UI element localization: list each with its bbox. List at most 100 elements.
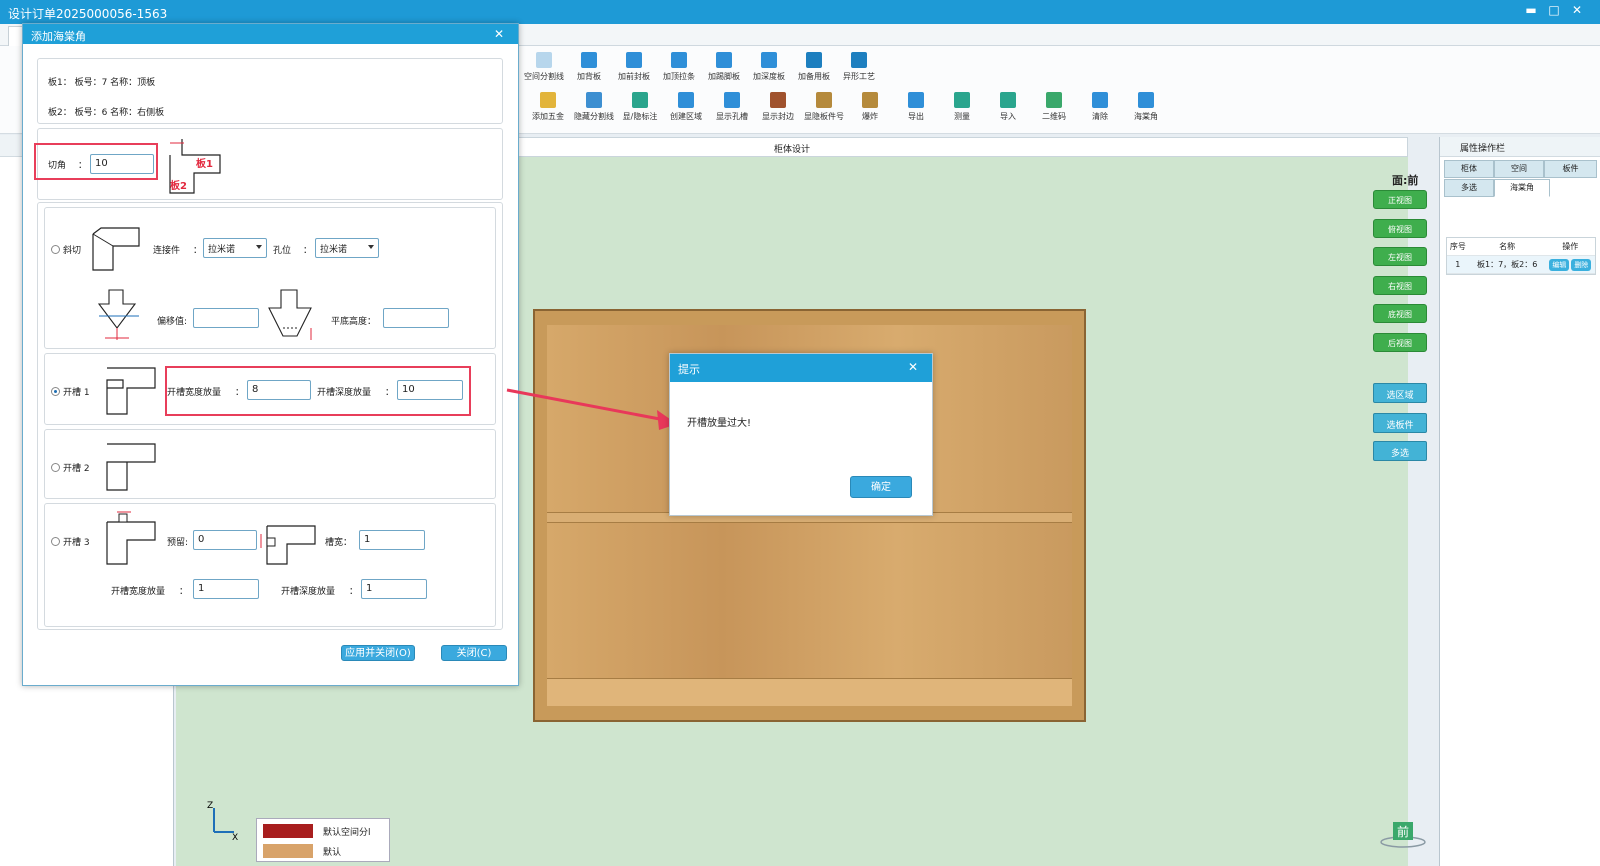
select-board-button[interactable]: 选板件 [1373,413,1427,433]
edit-button[interactable]: 编辑 [1549,258,1570,271]
tab-cabinet[interactable]: 柜体 [1444,160,1494,178]
groove-input[interactable]: 1 [359,530,425,550]
front-panel-icon [626,52,642,68]
dialog-title: 添加海棠角 [31,30,86,43]
ribbon-hardware-button[interactable]: 添加五金 [523,92,573,122]
board-info-box: 板1： 板号：7 名称：顶板 板2： 板号：6 名称：右侧板 [37,58,503,124]
legend-label-space: 默认空间分l [323,828,371,838]
slot1-width-colon: ： [235,388,245,398]
ribbon-export-button[interactable]: 导出 [891,92,941,122]
row-no: 1 [1455,260,1461,269]
col-name: 名称 [1499,242,1516,251]
tab-board[interactable]: 板件 [1544,160,1597,178]
ribbon-top-strip-button[interactable]: 加顶拉条 [654,52,704,82]
ribbon-split-button[interactable]: 空间分割线 [519,52,569,82]
ribbon-corner-button[interactable]: 海棠角 [1121,92,1171,122]
ribbon-measure-button[interactable]: 测量 [937,92,987,122]
import-icon [1000,92,1016,108]
top-view-button[interactable]: 俯视图 [1373,219,1427,238]
ribbon-button-label: 导入 [1000,112,1016,121]
ribbon-annotation-button[interactable]: 显/隐标注 [615,92,665,122]
offset-label: 偏移值: [157,317,188,327]
view-label: 面:前 [1392,174,1419,187]
ribbon-hole-button[interactable]: 显示孔槽 [707,92,757,122]
ribbon-button-label: 加顶拉条 [663,72,695,81]
reserve-label: 预留: [167,538,189,548]
col-action: 操作 [1562,242,1579,251]
ribbon-button-label: 加前封板 [618,72,650,81]
maximize-icon[interactable]: □ [1545,3,1563,17]
dialog-close-icon[interactable]: ✕ [494,27,504,41]
offset-input[interactable] [193,308,259,328]
tab-multiselect[interactable]: 多选 [1444,179,1494,197]
ribbon-kick-board-button[interactable]: 加踢脚板 [699,52,749,82]
right-view-button[interactable]: 右视图 [1373,276,1427,295]
close-button[interactable]: 关闭(C) [441,645,507,661]
reserve-input[interactable]: 0 [193,530,257,550]
explode-icon [862,92,878,108]
qrcode-icon [1046,92,1062,108]
hole-icon [724,92,740,108]
ribbon-qrcode-button[interactable]: 二维码 [1029,92,1079,122]
tab-space[interactable]: 空间 [1494,160,1544,178]
cabinet-bottom-panel[interactable] [547,678,1072,706]
slot1-depth-input[interactable]: 10 [397,380,463,400]
slot3-depth-input[interactable]: 1 [361,579,427,599]
cut-corner-input[interactable]: 10 [90,154,154,174]
table-row[interactable]: 1 板1：7，板2：6 编辑 删除 [1447,256,1595,274]
ribbon-spare-board-button[interactable]: 加备用板 [789,52,839,82]
ribbon-board-number-button[interactable]: 显隐板件号 [799,92,849,122]
bottom-view-button[interactable]: 底视图 [1373,304,1427,323]
slot2-label: 开槽 2 [63,464,90,474]
row-name: 板1：7，板2：6 [1477,260,1538,269]
axis-z-label: Z [207,801,213,811]
export-icon [908,92,924,108]
ribbon-back-panel-button[interactable]: 加背板 [564,52,614,82]
slot3-width-input[interactable]: 1 [193,579,259,599]
front-view-button[interactable]: 正视图 [1373,190,1427,209]
tab-corner[interactable]: 海棠角 [1494,179,1550,197]
alert-ok-button[interactable]: 确定 [850,476,912,498]
slot3-depth-colon: ： [349,587,359,597]
back-view-button[interactable]: 后视图 [1373,333,1427,352]
slot1-radio[interactable] [51,387,60,396]
slot1-width-input[interactable]: 8 [247,380,311,400]
apply-close-button[interactable]: 应用并关闭(O) [341,645,415,661]
dialog-titlebar: 添加海棠角 ✕ [23,24,518,44]
left-view-button[interactable]: 左视图 [1373,247,1427,266]
flat-height-input[interactable] [383,308,449,328]
hole-colon: ： [303,246,313,256]
ribbon-depth-board-button[interactable]: 加深度板 [744,52,794,82]
slot3-label: 开槽 3 [63,538,90,548]
ribbon-shape-craft-button[interactable]: 异形工艺 [834,52,884,82]
depth-board-icon [761,52,777,68]
legend-swatch-default [263,844,313,858]
legend-swatch-space [263,824,313,838]
slot2-radio[interactable] [51,463,60,472]
slot2-diagram-icon [106,443,156,491]
connector-select[interactable]: 拉米诺 [203,238,267,258]
ribbon-edge-button[interactable]: 显示封边 [753,92,803,122]
ribbon-explode-button[interactable]: 爆炸 [845,92,895,122]
slot3-depth-label: 开槽深度放量 [281,587,336,597]
diagram-board1-label: 板1 [196,157,213,170]
slot3-radio[interactable] [51,537,60,546]
minimize-icon[interactable]: ▬ [1522,3,1540,17]
multi-select-button[interactable]: 多选 [1373,441,1427,461]
ribbon-import-button[interactable]: 导入 [983,92,1033,122]
ribbon-button-label: 显示封边 [762,112,794,121]
ribbon-front-panel-button[interactable]: 加前封板 [609,52,659,82]
ribbon-clear-button[interactable]: 清除 [1075,92,1125,122]
bevel-radio[interactable] [51,245,60,254]
alert-close-icon[interactable]: ✕ [908,360,918,374]
ribbon-hide-split-button[interactable]: 隐藏分割线 [569,92,619,122]
front-view-icon[interactable]: 前 [1379,820,1427,848]
ribbon-create-area-button[interactable]: 创建区域 [661,92,711,122]
hole-select[interactable]: 拉米诺 [315,238,379,258]
flat-height-diagram-icon [268,289,312,340]
delete-button[interactable]: 删除 [1571,258,1592,271]
select-area-button[interactable]: 选区域 [1373,383,1427,403]
corner-table: 序号 名称 操作 1 板1：7，板2：6 编辑 删除 [1446,237,1596,275]
close-window-icon[interactable]: ✕ [1568,3,1586,17]
ribbon-button-label: 加背板 [577,72,601,81]
